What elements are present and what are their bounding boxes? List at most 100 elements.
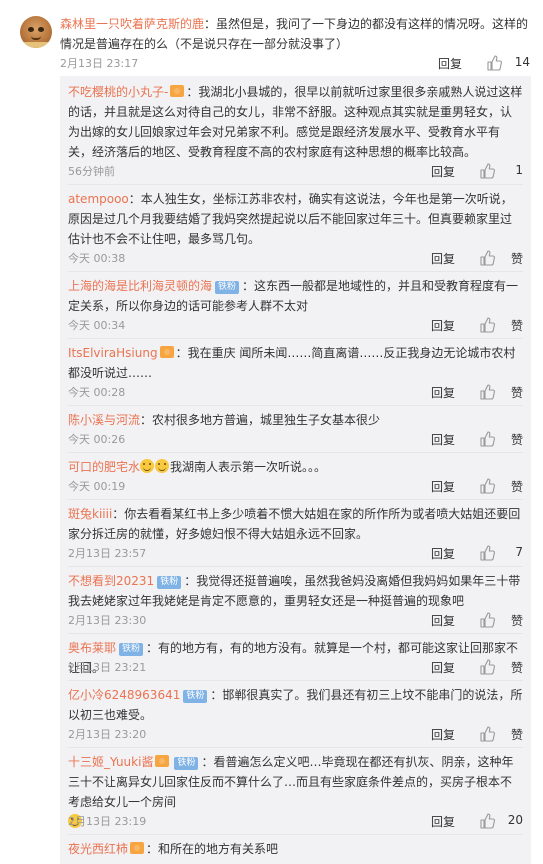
avatar-mouth xyxy=(31,36,41,40)
comment-body: 森林里一只吹着萨克斯的鹿：虽然但是，我问了一下身边的都没有这样的情况呀。这样的情… xyxy=(60,14,530,54)
like-count: 赞 xyxy=(510,661,523,675)
like-button[interactable]: 14 xyxy=(486,55,530,71)
like-button[interactable]: 赞 xyxy=(479,250,523,266)
reply-meta: 2月13日 23:20 回复 赞 xyxy=(68,726,523,742)
emoji-icon xyxy=(140,459,155,473)
reply-item: 亿小冷6248963641 铁粉 ：邯郸很真实了。我们县还有初三上坟不能串门的说法，… xyxy=(68,685,523,742)
reply-item: 不吃樱桃的小丸子- ：我湖北小县城的，很早以前就听过家里很多亲戚熟人说过这样的话，… xyxy=(68,82,523,179)
username-link[interactable]: 陈小溪与河流 xyxy=(68,413,140,427)
reply-meta: 2月13日 23:19 回复 20 xyxy=(68,813,523,829)
reply-button[interactable]: 回复 xyxy=(431,726,455,742)
reply-divider xyxy=(68,566,523,567)
like-button[interactable]: 赞 xyxy=(479,659,523,675)
reply-item: 夜光西红柿 ：和所在的地方有关系吧 xyxy=(68,839,523,859)
reply-divider xyxy=(68,499,523,500)
reply-divider xyxy=(68,633,523,634)
like-button[interactable]: 赞 xyxy=(479,478,523,494)
avatar-eye xyxy=(28,27,34,32)
reply-meta: 今天 00:19 回复 赞 xyxy=(68,478,523,494)
reply-time: 今天 00:38 xyxy=(68,252,126,265)
reply-body: 夜光西红柿 ：和所在的地方有关系吧 xyxy=(68,839,523,859)
fan-badge: 铁粉 xyxy=(157,576,182,589)
reply-list: 不吃樱桃的小丸子- ：我湖北小县城的，很早以前就听过家里很多亲戚熟人说过这样的话，… xyxy=(60,76,531,864)
username-link[interactable]: 十三姬_Yuuki酱 xyxy=(68,755,153,769)
reply-meta: 56分钟前 回复 1 xyxy=(68,163,523,179)
reply-item: 奥布莱耶 铁粉 ：有的地方有，有的地方没有。就算是一个村，都可能这家让回那家不让回。… xyxy=(68,638,523,678)
reply-button[interactable]: 回复 xyxy=(431,317,455,333)
like-button[interactable]: 1 xyxy=(479,163,523,179)
reply-button[interactable]: 回复 xyxy=(431,163,455,179)
reply-button[interactable]: 回复 xyxy=(431,545,455,561)
like-button[interactable]: 赞 xyxy=(479,317,523,333)
reply-meta: 2月13日 23:21 回复 赞 xyxy=(68,659,523,675)
thumbs-up-icon xyxy=(480,813,495,829)
reply-item: 上海的海是比利海灵顿的海 铁粉 ：这东西一般都是地域性的，并且和受教育程度有一定关系… xyxy=(68,276,523,333)
reply-time: 2月13日 23:20 xyxy=(68,728,147,741)
username-link[interactable]: 森林里一只吹着萨克斯的鹿 xyxy=(60,17,204,31)
username-link[interactable]: atempooo xyxy=(68,192,129,206)
reply-body: 可口的肥宅水 我湖南人表示第一次听说。。。 xyxy=(68,457,523,477)
like-count: 赞 xyxy=(510,433,523,447)
reply-text: 我湖南人表示第一次听说。。。 xyxy=(170,460,327,474)
thumbs-up-icon xyxy=(480,250,495,266)
reply-button[interactable]: 回复 xyxy=(431,612,455,628)
reply-button[interactable]: 回复 xyxy=(431,384,455,400)
like-button[interactable]: 赞 xyxy=(479,726,523,742)
like-count: 赞 xyxy=(510,386,523,400)
reply-time: 2月13日 23:57 xyxy=(68,547,147,560)
reply-button[interactable]: 回复 xyxy=(431,659,455,675)
reply-time: 今天 00:19 xyxy=(68,480,126,493)
reply-time: 2月13日 23:30 xyxy=(68,614,147,627)
username-link[interactable]: 上海的海是比利海灵顿的海 xyxy=(68,279,212,293)
like-button[interactable]: 赞 xyxy=(479,384,523,400)
reply-button[interactable]: 回复 xyxy=(438,55,462,71)
like-count: 赞 xyxy=(510,480,523,494)
avatar-eye xyxy=(38,27,44,32)
avatar[interactable] xyxy=(20,16,52,48)
thumbs-up-icon xyxy=(480,726,495,742)
vip-badge-icon xyxy=(159,346,174,358)
reply-divider xyxy=(68,184,523,185)
username-link[interactable]: 奥布莱耶 xyxy=(68,641,116,655)
thumbs-up-icon xyxy=(480,317,495,333)
username-link[interactable]: ItsElviraHsiung xyxy=(68,346,158,360)
reply-meta: 今天 00:38 回复 赞 xyxy=(68,250,523,266)
reply-item: ItsElviraHsiung ：我在重庆 闻所未闻……简直离谱……反正我身边无论… xyxy=(68,343,523,400)
reply-button[interactable]: 回复 xyxy=(431,478,455,494)
reply-meta: 2月13日 23:57 回复 7 xyxy=(68,545,523,561)
username-link[interactable]: 夜光西红柿 xyxy=(68,842,128,856)
reply-body: ItsElviraHsiung ：我在重庆 闻所未闻……简直离谱……反正我身边无论… xyxy=(68,343,523,383)
username-link[interactable]: 亿小冷6248963641 xyxy=(68,688,180,702)
reply-item: 十三姬_Yuuki酱 铁粉 ：看普遍怎么定义吧…毕竟现在都还有扒灰、阴亲，这种年三十… xyxy=(68,752,523,832)
reply-divider xyxy=(68,452,523,453)
username-link[interactable]: 不想看到20231 xyxy=(68,574,154,588)
reply-text: ：农村很多地方普遍，城里独生子女基本很少 xyxy=(140,413,381,427)
like-button[interactable]: 7 xyxy=(479,545,523,561)
username-link[interactable]: 斑兔kiiii xyxy=(68,507,112,521)
like-count: 赞 xyxy=(510,728,523,742)
fan-badge: 铁粉 xyxy=(215,281,240,294)
fan-badge: 铁粉 xyxy=(174,757,199,770)
reply-button[interactable]: 回复 xyxy=(431,813,455,829)
reply-time: 今天 00:28 xyxy=(68,386,126,399)
thumbs-up-icon xyxy=(487,55,502,71)
comment-time: 2月13日 23:17 xyxy=(60,57,139,70)
like-button[interactable]: 赞 xyxy=(479,431,523,447)
reply-button[interactable]: 回复 xyxy=(431,431,455,447)
reply-body: 亿小冷6248963641 铁粉 ：邯郸很真实了。我们县还有初三上坟不能串门的说法，… xyxy=(68,685,523,725)
reply-time: 56分钟前 xyxy=(68,165,115,178)
like-button[interactable]: 赞 xyxy=(479,612,523,628)
reply-divider xyxy=(68,834,523,835)
reply-text: ：和所在的地方有关系吧 xyxy=(146,842,279,856)
like-count: 20 xyxy=(507,813,523,827)
reply-body: 不想看到20231 铁粉 ：我觉得还挺普遍唉，虽然我爸妈没离婚但我妈妈如果年三十带我… xyxy=(68,571,523,611)
reply-button[interactable]: 回复 xyxy=(431,250,455,266)
reply-meta: 今天 00:26 回复 赞 xyxy=(68,431,523,447)
reply-time: 2月13日 23:19 xyxy=(68,815,147,828)
like-count: 7 xyxy=(515,545,523,559)
avatar-tag xyxy=(20,42,52,48)
username-link[interactable]: 不吃樱桃的小丸子- xyxy=(68,85,168,99)
comment-meta: 2月13日 23:17 回复 14 xyxy=(60,55,530,71)
username-link[interactable]: 可口的肥宅水 xyxy=(68,460,140,474)
like-button[interactable]: 20 xyxy=(479,813,523,829)
